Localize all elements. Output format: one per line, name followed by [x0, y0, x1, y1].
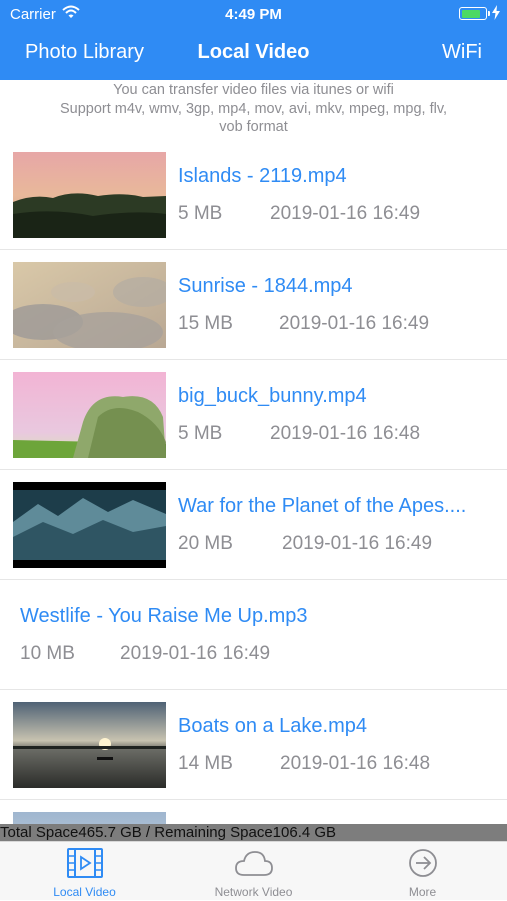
file-name: Sunrise - 1844.mp4 [178, 275, 353, 297]
navigation-header: Carrier 4:49 PM Photo Library Local Vide… [0, 0, 507, 80]
tab-label: Local Video [53, 885, 116, 899]
info-line-2: Support m4v, wmv, 3gp, mp4, mov, avi, mk… [59, 100, 448, 117]
wifi-button[interactable]: WiFi [442, 41, 482, 64]
file-date: 2019-01-16 16:48 [280, 753, 431, 774]
file-row[interactable]: Sunrise - 1844.mp4 15 MB 2019-01-16 16:4… [0, 250, 507, 360]
status-bar: Carrier 4:49 PM [0, 0, 507, 28]
info-line-1: You can transfer video files via itunes … [113, 82, 394, 98]
video-thumbnail [13, 152, 166, 238]
file-size: 20 MB [178, 533, 233, 554]
file-row[interactable]: big_buck_bunny.mp4 5 MB 2019-01-16 16:48 [0, 360, 507, 470]
file-row[interactable] [0, 800, 507, 826]
tab-local-video[interactable]: Local Video [0, 842, 169, 901]
file-date: 2019-01-16 16:49 [120, 643, 271, 664]
file-date: 2019-01-16 16:49 [279, 313, 430, 334]
file-name: Islands - 2119.mp4 [178, 165, 347, 187]
tab-more[interactable]: More [338, 842, 507, 901]
file-name: War for the Planet of the Apes.... [178, 495, 467, 517]
video-thumbnail [13, 702, 166, 788]
charging-icon [492, 5, 500, 25]
status-time: 4:49 PM [225, 6, 282, 23]
file-list[interactable]: Islands - 2119.mp4 5 MB 2019-01-16 16:49… [0, 140, 507, 826]
file-date: 2019-01-16 16:48 [270, 423, 421, 444]
video-thumbnail [13, 482, 166, 568]
file-date: 2019-01-16 16:49 [270, 203, 421, 224]
page-title: Local Video [197, 41, 310, 63]
file-row[interactable]: Westlife - You Raise Me Up.mp3 10 MB 201… [0, 580, 507, 690]
file-size: 15 MB [178, 313, 233, 334]
battery-cap [488, 11, 490, 16]
file-row[interactable]: Boats on a Lake.mp4 14 MB 2019-01-16 16:… [0, 690, 507, 800]
film-icon [0, 848, 169, 880]
battery-icon [459, 7, 487, 20]
file-row[interactable]: War for the Planet of the Apes.... 20 MB… [0, 470, 507, 580]
storage-info: Total Space465.7 GB / Remaining Space106… [0, 824, 507, 841]
tab-network-video[interactable]: Network Video [169, 842, 338, 901]
file-name: Westlife - You Raise Me Up.mp3 [20, 605, 308, 627]
file-size: 10 MB [20, 643, 75, 664]
tab-label: Network Video [214, 885, 293, 899]
file-size: 14 MB [178, 753, 233, 774]
file-name: big_buck_bunny.mp4 [178, 385, 367, 407]
file-name: Boats on a Lake.mp4 [178, 715, 368, 737]
transfer-info: You can transfer video files via itunes … [0, 81, 507, 137]
file-date: 2019-01-16 16:49 [282, 533, 433, 554]
video-thumbnail [13, 372, 166, 458]
file-size: 5 MB [178, 423, 223, 444]
file-row[interactable]: Islands - 2119.mp4 5 MB 2019-01-16 16:49 [0, 140, 507, 250]
arrow-circle-icon [338, 848, 507, 880]
file-size: 5 MB [178, 203, 223, 224]
cloud-icon [169, 848, 338, 880]
tab-label: More [408, 885, 437, 899]
video-thumbnail [13, 262, 166, 348]
info-line-3: vob format [219, 119, 288, 135]
tab-bar: Local Video Network Video More [0, 841, 507, 900]
